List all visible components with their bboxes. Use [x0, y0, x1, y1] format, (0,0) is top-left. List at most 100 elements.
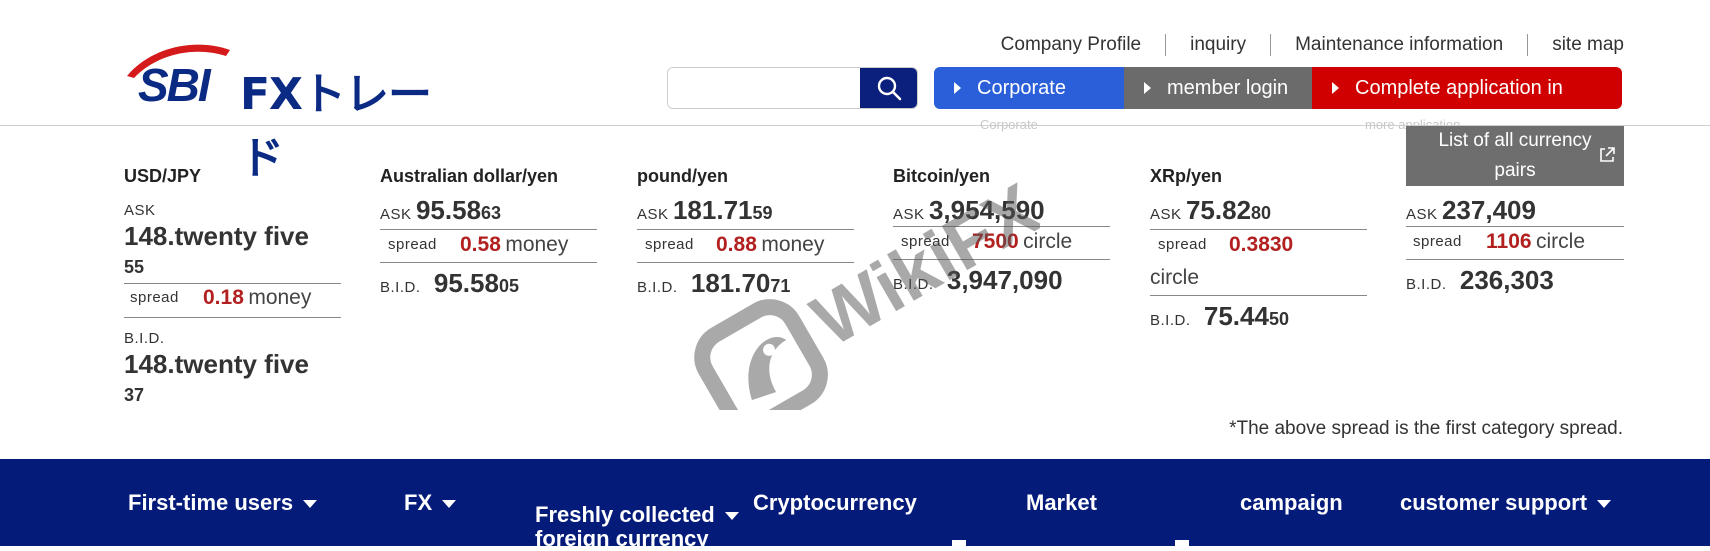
xrpjpy-bid-main: 75.44 [1203, 301, 1269, 331]
gbpjpy-ask: ASK 181.7159 [637, 195, 773, 226]
divider [1406, 259, 1624, 260]
bid-label: B.I.D. [893, 276, 934, 293]
spread-label: spread [901, 233, 950, 250]
usdjpy-bid-sub: 37 [124, 385, 145, 405]
nav-support-label: customer support [1400, 490, 1588, 515]
search-box [667, 67, 918, 109]
search-input[interactable] [668, 68, 862, 108]
spread-label: spread [388, 236, 437, 253]
spread-label: spread [130, 289, 179, 306]
caret-down-icon [442, 500, 457, 509]
nav-first-time-label: First-time users [128, 490, 294, 515]
audjpy-bid: B.I.D. 95.5805 [380, 268, 519, 299]
divider [380, 262, 597, 263]
gbpjpy-bid: B.I.D. 181.7071 [637, 268, 790, 299]
company-profile-link[interactable]: Company Profile [977, 34, 1165, 56]
xrpjpy-ask: ASK 75.8280 [1150, 195, 1271, 226]
btcjpy-ask: ASK 3,954,590 [893, 195, 1045, 226]
nav-fresh-line2: foreign currency [535, 526, 709, 551]
corporate-label: Corporate [977, 76, 1066, 99]
ask-label: ASK [124, 202, 156, 219]
audjpy-bid-main: 95.58 [433, 268, 499, 298]
external-link-icon [1600, 147, 1615, 162]
btcjpy-spread-unit: circle [1023, 230, 1073, 253]
col6-spread: 1106 circle [1486, 230, 1585, 254]
gbpjpy-spread: 0.88 money [716, 233, 824, 257]
corporate-button[interactable]: Corporate [934, 67, 1124, 109]
divider [124, 283, 341, 284]
list-all-currency-pairs-button[interactable]: List of all currency pairs [1406, 126, 1624, 186]
col6-spread-unit: circle [1536, 230, 1586, 253]
maintenance-link[interactable]: Maintenance information [1270, 34, 1527, 56]
ask-label: ASK [380, 206, 412, 223]
rate-gbpjpy[interactable]: pound/yen [637, 166, 728, 187]
ask-label: ASK [893, 206, 925, 223]
divider [637, 229, 854, 230]
nav-crypto-label: Cryptocurrency [753, 490, 917, 515]
btcjpy-ask-main: 3,954,590 [928, 195, 1045, 225]
xrpjpy-ask-main: 75.82 [1185, 195, 1252, 225]
list-all-line1: List of all currency [1438, 130, 1592, 151]
nav-campaign[interactable]: campaign [1240, 490, 1343, 516]
usdjpy-bid-main: 148.twenty five [124, 349, 309, 379]
nav-market[interactable]: Market [1026, 490, 1097, 516]
rate-usdjpy[interactable]: USD/JPY [124, 166, 201, 187]
rate-btcjpy[interactable]: Bitcoin/yen [893, 166, 990, 187]
btcjpy-spread-value: 7500 [972, 230, 1019, 253]
nav-cryptocurrency[interactable]: Cryptocurrency [753, 490, 917, 516]
spread-footnote: *The above spread is the first category … [1229, 418, 1623, 439]
bid-label: B.I.D. [1406, 276, 1447, 293]
nav-freshly-collected[interactable]: Freshly collected foreign currency [535, 503, 739, 551]
col6-ask[interactable]: ASK 237,409 [1406, 195, 1536, 226]
nav-first-time-users[interactable]: First-time users [128, 490, 318, 516]
rate-audjpy[interactable]: Australian dollar/yen [380, 166, 558, 187]
nav-fresh-line1-text: Freshly collected [535, 502, 715, 527]
audjpy-ask-sub: 63 [481, 203, 502, 223]
nav-indicator [1175, 540, 1189, 546]
divider [637, 262, 854, 263]
nav-indicator [952, 540, 966, 546]
sbi-fx-logo[interactable]: SBI FXトレード [122, 38, 472, 184]
xrpjpy-bid-sub: 50 [1268, 309, 1289, 329]
site-map-link[interactable]: site map [1527, 34, 1624, 56]
inquiry-link[interactable]: inquiry [1165, 34, 1270, 56]
btcjpy-bid-main: 3,947,090 [946, 265, 1063, 295]
xrpjpy-ask-sub: 80 [1251, 203, 1272, 223]
gbpjpy-spread-value: 0.88 [716, 233, 757, 256]
audjpy-bid-sub: 05 [498, 276, 519, 296]
ask-label: ASK [637, 206, 669, 223]
divider [1150, 229, 1367, 230]
btcjpy-bid: B.I.D. 3,947,090 [893, 265, 1063, 296]
nav-fx[interactable]: FX [404, 490, 457, 516]
nav-customer-support[interactable]: customer support [1400, 490, 1612, 516]
triangle-right-icon [1144, 82, 1151, 94]
spread-label: spread [1413, 233, 1462, 250]
usdjpy-ask-sub: 55 [124, 257, 145, 277]
triangle-right-icon [1332, 82, 1339, 94]
search-button[interactable] [860, 68, 917, 108]
gbpjpy-spread-unit: money [761, 233, 825, 256]
logo-sbi-text: SBI [138, 59, 211, 111]
member-login-button[interactable]: member login [1124, 67, 1312, 109]
nav-fresh-line1: Freshly collected [535, 503, 739, 527]
bid-label: B.I.D. [124, 330, 165, 347]
ask-label: ASK [1406, 206, 1438, 223]
audjpy-spread: 0.58 money [460, 233, 568, 257]
utility-links: Company Profile inquiry Maintenance info… [977, 34, 1624, 56]
divider [124, 317, 341, 318]
rate-xrpjpy[interactable]: XRp/yen [1150, 166, 1222, 187]
divider [893, 226, 1110, 227]
bid-label: B.I.D. [1150, 312, 1191, 329]
col6-spread-value: 1106 [1486, 230, 1532, 253]
member-login-label: member login [1167, 76, 1289, 99]
gbpjpy-ask-sub: 59 [752, 203, 773, 223]
usdjpy-spread: 0.18 money [203, 286, 311, 310]
application-button[interactable]: Complete application in [1312, 67, 1622, 109]
main-nav: First-time users FX Freshly collected fo… [0, 459, 1710, 551]
btcjpy-spread: 7500 circle [972, 230, 1072, 254]
spread-label: spread [1158, 236, 1207, 253]
divider [380, 229, 597, 230]
audjpy-ask: ASK 95.5863 [380, 195, 501, 226]
list-all-line2: pairs [1494, 160, 1536, 181]
col6-bid: B.I.D. 236,303 [1406, 265, 1554, 296]
